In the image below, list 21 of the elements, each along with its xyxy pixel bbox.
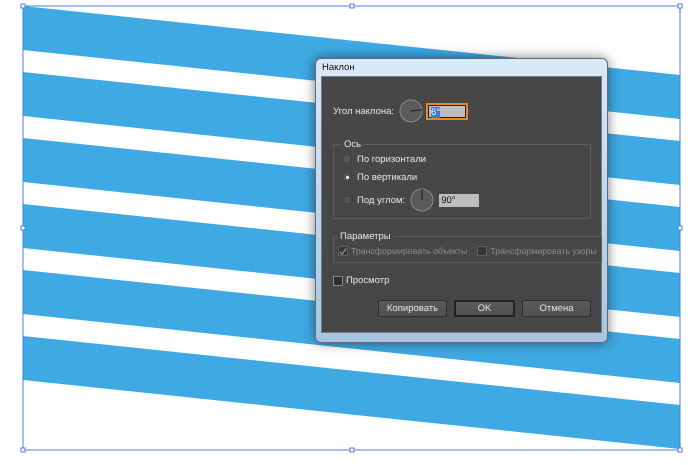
window-title: Наклон bbox=[321, 61, 356, 75]
radio-button[interactable] bbox=[342, 154, 352, 164]
radio-label: Под углом: bbox=[357, 194, 406, 206]
checkbox-label: Трансформировать узоры bbox=[490, 246, 597, 256]
checkbox[interactable] bbox=[333, 276, 343, 286]
group-title: Ось bbox=[343, 139, 362, 150]
angle-label: Угол наклона: bbox=[333, 106, 394, 116]
angle-input-field[interactable]: 90° bbox=[439, 194, 480, 206]
dialog-button[interactable]: Копировать bbox=[378, 300, 447, 317]
dialog-button[interactable]: OK bbox=[454, 300, 515, 317]
radio-button[interactable] bbox=[342, 195, 352, 205]
checkbox-label: Просмотр bbox=[346, 275, 390, 286]
angle-dial-icon[interactable] bbox=[410, 188, 434, 212]
radio-label: По вертикали bbox=[357, 172, 418, 182]
dialog-button[interactable]: Отмена bbox=[522, 300, 591, 317]
angle-dial-icon[interactable] bbox=[399, 99, 424, 123]
checkbox-label: Трансформировать объекты bbox=[351, 246, 468, 256]
radio-label: По горизонтали bbox=[357, 154, 426, 164]
radio-button[interactable] bbox=[342, 172, 352, 182]
angle-input-field[interactable]: 6° bbox=[428, 104, 466, 118]
group-title: Параметры bbox=[339, 231, 392, 242]
